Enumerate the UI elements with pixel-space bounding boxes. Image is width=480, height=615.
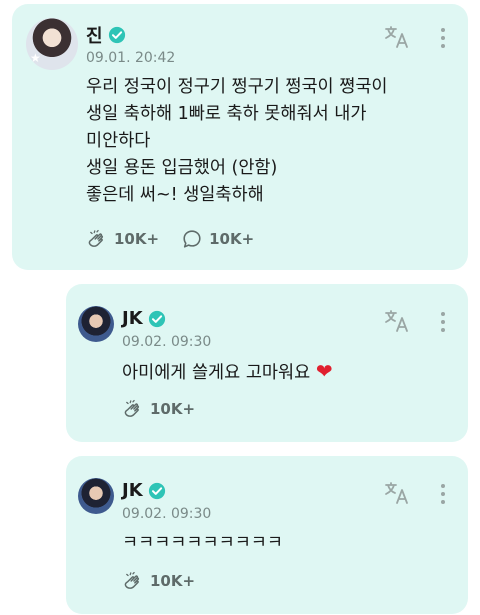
comment-button[interactable]: 10K+ [181,228,254,250]
author-row: JK [122,308,166,329]
comment-count: 10K+ [209,230,255,248]
author-avatar[interactable]: ★ [26,18,78,70]
more-options-icon[interactable] [438,26,448,50]
post-timestamp: 09.01. 20:42 [86,50,176,66]
post-actions: 10K+ [122,570,195,592]
author-name[interactable]: JK [122,308,143,329]
like-button[interactable]: 10K+ [122,398,195,420]
like-button[interactable]: 10K+ [122,570,195,592]
post-timestamp: 09.02. 09:30 [122,334,212,350]
verified-badge-icon [108,26,125,44]
post-actions: 10K+ 10K+ [86,228,254,250]
post-line: 좋은데 써~! 생일축하해 [86,185,264,205]
author-row: JK [122,480,166,501]
post-body: 아미에게 쓸게요 고마워요 ❤ [122,358,452,387]
post-body: ㅋㅋㅋㅋㅋㅋㅋㅋㅋㅋ [122,530,452,557]
translate-icon[interactable] [384,480,410,506]
post-actions: 10K+ [122,398,195,420]
post-text: 아미에게 쓸게요 고마워요 [122,363,311,383]
author-name[interactable]: 진 [86,22,103,48]
like-count: 10K+ [150,400,196,418]
post-timestamp: 09.02. 09:30 [122,506,212,522]
verified-badge-icon [148,310,165,327]
translate-icon[interactable] [384,24,410,50]
star-icon: ★ [30,51,41,65]
like-button[interactable]: 10K+ [86,228,159,250]
author-avatar[interactable] [78,478,114,514]
post-line: 우리 정국이 정구기 쩡구기 쩡국이 쪙국이 [86,77,388,97]
more-options-icon[interactable] [438,310,448,334]
post-line: 생일 용돈 입금했어 (안함) [86,158,278,178]
post-card-jin[interactable]: ★ 진 09.01. 20:42 우리 정국이 정구기 쩡구기 쩡국이 쪙국이 … [12,4,468,270]
clap-icon [88,229,103,247]
clap-icon [124,571,139,589]
verified-badge-icon [148,482,165,499]
post-body: 우리 정국이 정구기 쩡구기 쩡국이 쪙국이 생일 축하해 1빠로 축하 못해줘… [86,74,446,209]
post-line: 생일 축하해 1빠로 축하 못해줘서 내가 [86,104,367,124]
post-line: 미안하다 [86,131,151,151]
author-row: 진 [86,22,126,48]
clap-icon [124,399,139,417]
translate-icon[interactable] [384,308,410,334]
author-avatar[interactable] [78,306,114,342]
like-count: 10K+ [150,572,196,590]
post-text: ㅋㅋㅋㅋㅋㅋㅋㅋㅋㅋ [122,533,283,553]
author-name[interactable]: JK [122,480,143,501]
reply-card[interactable]: JK 09.02. 09:30 ㅋㅋㅋㅋㅋㅋㅋㅋㅋㅋ 10K+ [66,456,468,614]
more-options-icon[interactable] [438,482,448,506]
reply-card[interactable]: JK 09.02. 09:30 아미에게 쓸게요 고마워요 ❤ 10K+ [66,284,468,442]
like-count: 10K+ [114,230,160,248]
heart-emoji: ❤ [315,359,333,383]
comment-bubble-icon [183,230,201,248]
